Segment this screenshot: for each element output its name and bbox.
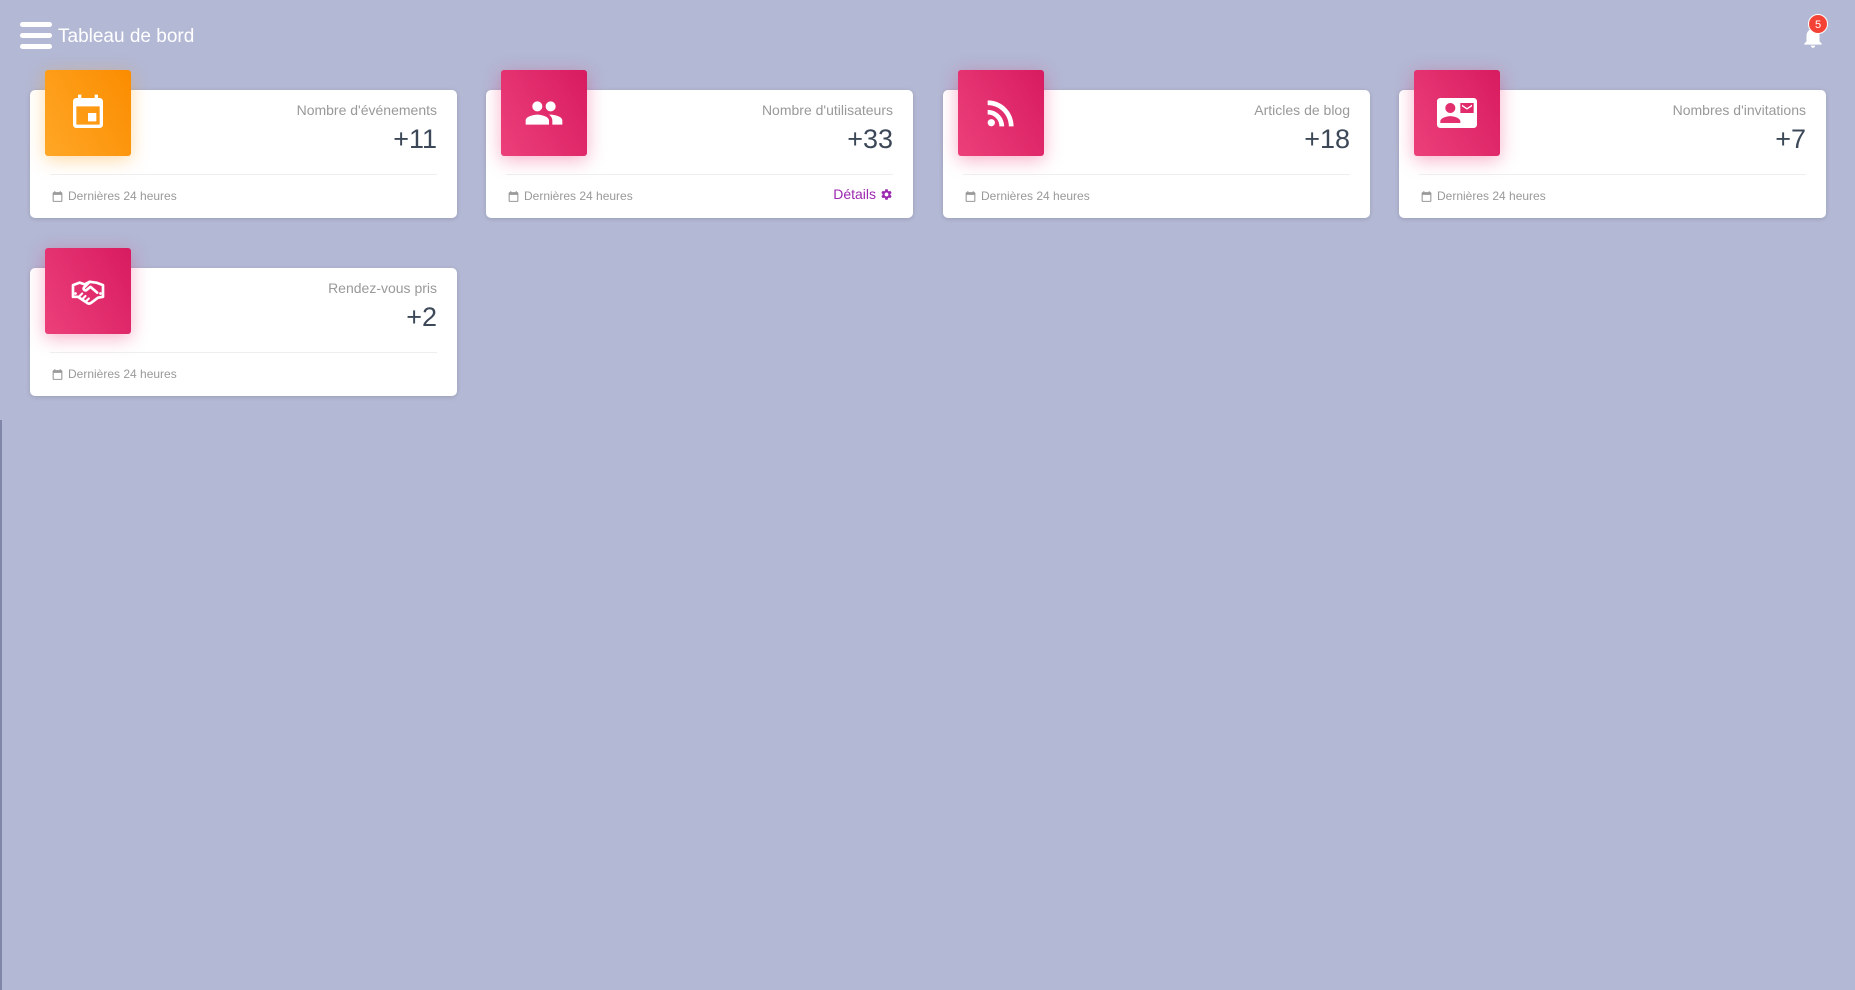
card-divider: [50, 174, 437, 175]
stat-card-appointments: Rendez-vous pris +2 Dernières 24 heures: [30, 248, 457, 396]
event-calendar-icon: [45, 70, 131, 156]
sidebar-edge: [0, 420, 2, 990]
calendar-icon: [52, 368, 63, 380]
gear-icon[interactable]: [880, 188, 893, 201]
card-footer: Dernières 24 heures: [51, 367, 177, 381]
card-footer-text: Dernières 24 heures: [1437, 189, 1546, 203]
dashboard-page: Tableau de bord 5 Nombre d'événements +1…: [0, 0, 1855, 990]
card-footer: Dernières 24 heures: [964, 189, 1090, 203]
card-divider: [1419, 174, 1806, 175]
card-category: Articles de blog: [1254, 102, 1350, 118]
card-category: Nombre d'événements: [296, 102, 437, 118]
stat-card-users: Nombre d'utilisateurs +33 Dernières 24 h…: [486, 70, 913, 218]
users-icon: [501, 70, 587, 156]
calendar-icon: [1421, 190, 1432, 202]
card-value: +33: [847, 124, 893, 154]
top-navbar: Tableau de bord 5: [0, 0, 1855, 74]
card-value: +18: [1304, 124, 1350, 154]
calendar-icon: [508, 190, 519, 202]
calendar-icon: [52, 190, 63, 202]
card-value: +7: [1775, 124, 1806, 154]
card-divider: [50, 352, 437, 353]
card-footer: Dernières 24 heures: [507, 189, 633, 203]
details-link-label[interactable]: Détails: [833, 186, 876, 202]
card-divider: [506, 174, 893, 175]
card-category: Nombre d'utilisateurs: [761, 102, 893, 118]
card-value: +11: [393, 124, 437, 154]
card-footer-text: Dernières 24 heures: [524, 189, 633, 203]
notification-badge: 5: [1808, 14, 1828, 34]
stat-card-invitations: Nombres d'invitations +7 Dernières 24 he…: [1399, 70, 1826, 218]
calendar-icon: [965, 190, 976, 202]
card-divider: [963, 174, 1350, 175]
stat-card-blog: Articles de blog +18 Dernières 24 heures: [943, 70, 1370, 218]
card-footer: Dernières 24 heures: [51, 189, 177, 203]
card-category: Nombres d'invitations: [1672, 102, 1806, 118]
details-link[interactable]: Détails: [833, 186, 893, 202]
card-footer-text: Dernières 24 heures: [68, 367, 177, 381]
card-category: Rendez-vous pris: [328, 280, 437, 296]
handshake-icon: [45, 248, 131, 334]
hamburger-menu-icon[interactable]: [20, 22, 52, 50]
rss-feed-icon: [958, 70, 1044, 156]
card-value: +2: [406, 302, 437, 332]
card-footer: Dernières 24 heures: [1420, 189, 1546, 203]
stat-card-events: Nombre d'événements +11 Dernières 24 heu…: [30, 70, 457, 218]
card-footer-text: Dernières 24 heures: [68, 189, 177, 203]
page-title: Tableau de bord: [58, 26, 195, 47]
contact-mail-icon: [1414, 70, 1500, 156]
card-footer-text: Dernières 24 heures: [981, 189, 1090, 203]
